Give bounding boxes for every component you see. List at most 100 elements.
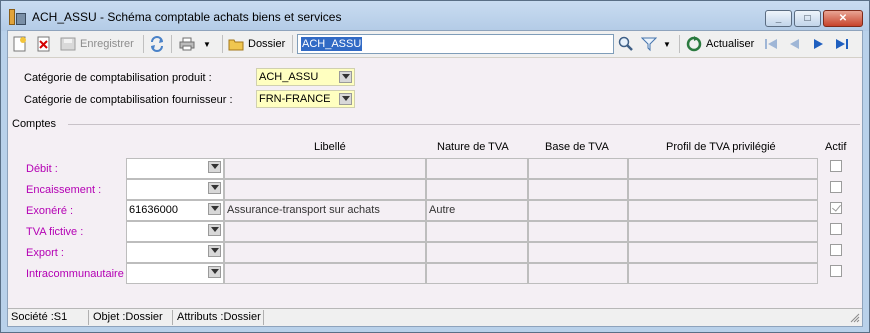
window-controls: _ □ ✕ xyxy=(765,10,863,27)
chevron-down-icon[interactable] xyxy=(339,93,352,105)
profil-cell[interactable] xyxy=(628,242,818,263)
nature-cell xyxy=(426,242,528,263)
next-record-icon xyxy=(810,36,826,52)
first-record-icon xyxy=(763,36,779,52)
first-record-button[interactable] xyxy=(763,34,779,54)
active-checkbox[interactable] xyxy=(830,202,842,214)
column-header-base: Base de TVA xyxy=(545,141,609,153)
account-select[interactable]: 61636000 xyxy=(126,200,224,221)
supplier-category-select[interactable]: FRN-FRANCE xyxy=(256,90,355,108)
previous-record-icon xyxy=(787,36,803,52)
new-button[interactable] xyxy=(12,34,28,54)
chevron-down-icon[interactable]: ▼ xyxy=(203,40,211,49)
title-bar[interactable]: ACH_ASSU - Schéma comptable achats biens… xyxy=(1,1,869,31)
column-header-libelle: Libellé xyxy=(314,141,346,153)
toolbar-separator xyxy=(222,35,223,53)
refresh-icon xyxy=(686,36,702,52)
last-record-button[interactable] xyxy=(834,34,850,54)
libelle-cell: Assurance-transport sur achats xyxy=(224,200,426,221)
base-cell xyxy=(528,158,628,179)
supplier-category-value: FRN-FRANCE xyxy=(259,93,331,105)
save-label: Enregistrer xyxy=(80,38,134,50)
document-area: Enregistrer ▼ Dossier ACH_ASSU ▼ Actuali… xyxy=(7,30,863,327)
app-window: ACH_ASSU - Schéma comptable achats biens… xyxy=(0,0,870,333)
sync-button[interactable] xyxy=(149,34,165,54)
active-checkbox[interactable] xyxy=(830,181,842,193)
base-cell xyxy=(528,242,628,263)
window-title: ACH_ASSU - Schéma comptable achats biens… xyxy=(32,10,342,24)
maximize-button[interactable]: □ xyxy=(794,10,821,27)
product-category-select[interactable]: ACH_ASSU xyxy=(256,68,355,86)
profil-cell[interactable] xyxy=(628,200,818,221)
status-divider xyxy=(88,310,89,325)
account-select[interactable] xyxy=(126,179,224,200)
row-label: Encaissement : xyxy=(26,184,102,196)
active-checkbox[interactable] xyxy=(830,244,842,256)
delete-icon xyxy=(36,36,52,52)
search-button[interactable] xyxy=(618,34,634,54)
account-select[interactable] xyxy=(126,242,224,263)
profil-cell[interactable] xyxy=(628,179,818,200)
libelle-cell xyxy=(224,221,426,242)
profil-cell[interactable] xyxy=(628,263,818,284)
minimize-button[interactable]: _ xyxy=(765,10,792,27)
status-divider xyxy=(172,310,173,325)
base-cell xyxy=(528,179,628,200)
chevron-down-icon[interactable] xyxy=(208,224,221,236)
folder-button[interactable]: Dossier xyxy=(228,34,285,54)
row-label: Exonéré : xyxy=(26,205,74,217)
previous-record-button[interactable] xyxy=(787,34,803,54)
chevron-down-icon[interactable] xyxy=(208,266,221,278)
toolbar-separator xyxy=(292,35,293,53)
active-checkbox[interactable] xyxy=(830,223,842,235)
nature-cell xyxy=(426,158,528,179)
filter-icon xyxy=(640,36,658,52)
base-cell xyxy=(528,221,628,242)
status-attributs: Attributs :Dossier xyxy=(177,311,261,323)
search-input[interactable]: ACH_ASSU xyxy=(297,34,614,54)
column-header-nature: Nature de TVA xyxy=(437,141,509,153)
print-button[interactable]: ▼ xyxy=(179,34,211,54)
chevron-down-icon[interactable] xyxy=(339,71,352,83)
delete-button[interactable] xyxy=(36,34,52,54)
product-category-label: Catégorie de comptabilisation produit : xyxy=(24,72,212,84)
save-button[interactable]: Enregistrer xyxy=(60,34,134,54)
chevron-down-icon[interactable] xyxy=(208,161,221,173)
nature-cell xyxy=(426,221,528,242)
supplier-category-label: Catégorie de comptabilisation fournisseu… xyxy=(24,94,233,106)
libelle-value: Assurance-transport sur achats xyxy=(227,204,380,216)
chevron-down-icon[interactable] xyxy=(208,245,221,257)
account-select[interactable] xyxy=(126,263,224,284)
row-label: Débit : xyxy=(26,163,58,175)
chevron-down-icon[interactable]: ▼ xyxy=(663,40,671,49)
row-label: TVA fictive : xyxy=(26,226,84,238)
close-button[interactable]: ✕ xyxy=(823,10,863,27)
new-icon xyxy=(12,36,28,52)
refresh-label: Actualiser xyxy=(706,38,755,50)
folder-label: Dossier xyxy=(248,38,286,50)
toolbar-separator xyxy=(679,35,680,53)
profil-cell[interactable] xyxy=(628,158,818,179)
save-icon xyxy=(60,36,76,52)
next-record-button[interactable] xyxy=(810,34,826,54)
resize-grip-icon[interactable] xyxy=(850,313,860,327)
nature-cell xyxy=(426,263,528,284)
status-objet: Objet :Dossier xyxy=(93,311,163,323)
search-icon xyxy=(618,36,634,52)
active-checkbox[interactable] xyxy=(830,265,842,277)
chevron-down-icon[interactable] xyxy=(208,182,221,194)
status-divider xyxy=(263,310,264,325)
libelle-cell xyxy=(224,263,426,284)
column-header-actif: Actif xyxy=(825,141,847,153)
chevron-down-icon[interactable] xyxy=(208,203,221,215)
filter-button[interactable]: ▼ xyxy=(640,34,671,54)
base-cell xyxy=(528,200,628,221)
app-icon xyxy=(9,9,27,25)
row-label: Intracommunautaire : xyxy=(26,268,130,280)
profil-cell[interactable] xyxy=(628,221,818,242)
account-select[interactable] xyxy=(126,221,224,242)
active-checkbox[interactable] xyxy=(830,160,842,172)
refresh-button[interactable]: Actualiser xyxy=(686,34,754,54)
status-societe: Société :S1 xyxy=(11,311,68,323)
account-select[interactable] xyxy=(126,158,224,179)
